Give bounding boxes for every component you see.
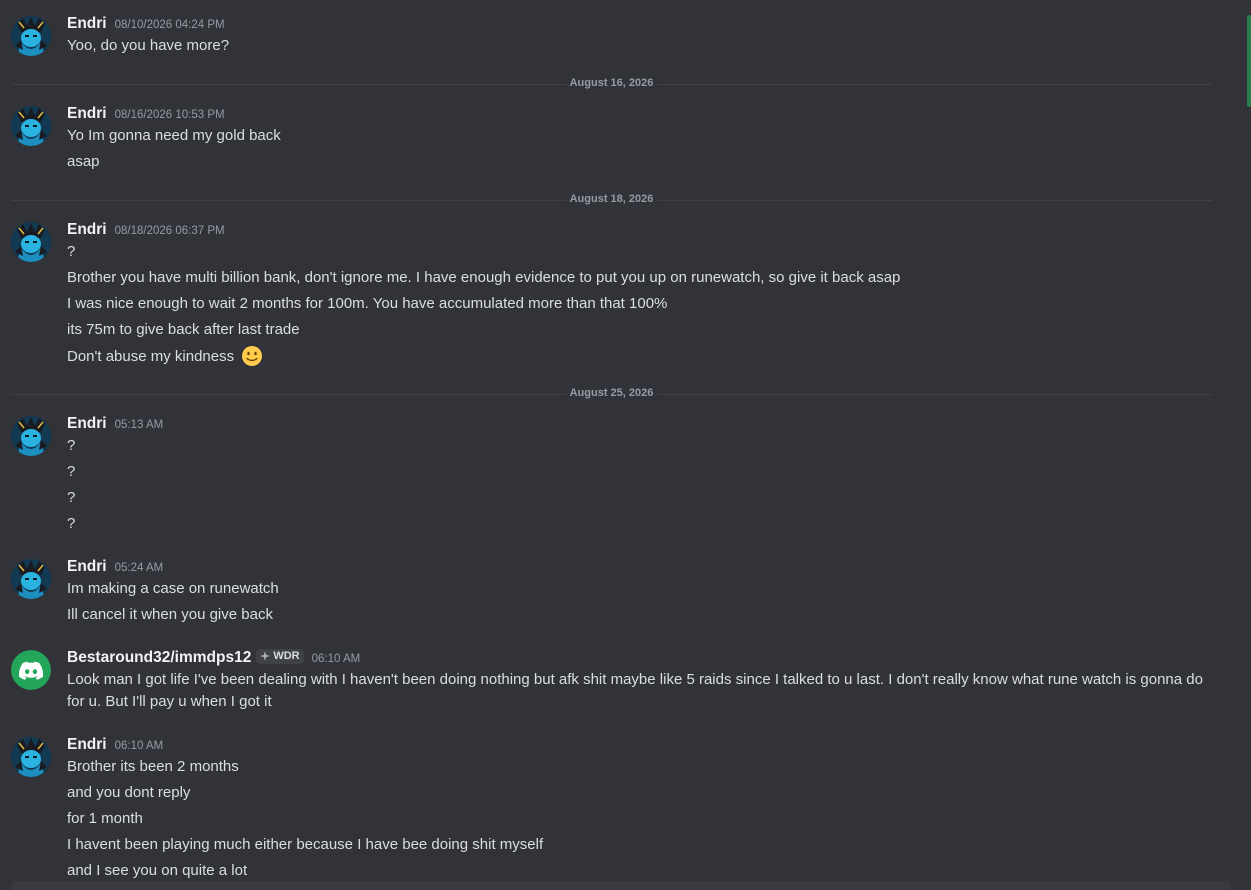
bestaround-avatar[interactable] [11,650,51,690]
date-divider-label: August 18, 2026 [565,193,658,205]
message-text: ? [67,489,76,506]
endri-avatar[interactable] [11,222,51,262]
message-text: Yo Im gonna need my gold back [67,127,281,144]
slightly-smiling-face-emoji-icon[interactable] [241,345,263,367]
message-text: and I see you on quite a lot [67,862,248,879]
username[interactable]: Endri [67,558,107,576]
message-header: Endri 05:24 AM [67,558,163,578]
timestamp[interactable]: 06:10 AM [115,740,164,752]
message-text-with-emoji: Don't abuse my kindness [67,346,263,368]
message-text: Brother its been 2 months [67,758,239,775]
anime-character-avatar-icon [11,737,51,777]
anime-character-avatar-icon [11,222,51,262]
date-divider-label: August 25, 2026 [565,387,658,399]
username[interactable]: Endri [67,221,107,239]
timestamp[interactable]: 08/10/2026 04:24 PM [115,19,225,31]
endri-avatar[interactable] [11,16,51,56]
anime-character-avatar-icon [11,16,51,56]
message-text: asap [67,153,100,170]
date-divider-label: August 16, 2026 [565,77,658,89]
guild-tag[interactable]: WDR [256,648,304,664]
guild-tag-icon [260,651,271,661]
message-header: Endri 06:10 AM [67,736,163,756]
date-divider: August 25, 2026 [11,387,1212,399]
message-composer-edge[interactable] [11,881,1231,890]
endri-avatar[interactable] [11,737,51,777]
chat-messages: Endri 08/10/2026 04:24 PM Yoo, do you ha… [0,0,1251,890]
message-header: Bestaround32/immdps12 WDR 06:10 AM [67,648,361,669]
username[interactable]: Bestaround32/immdps12 [67,649,251,667]
username[interactable]: Endri [67,415,107,433]
endri-avatar[interactable] [11,559,51,599]
message-text: ? [67,437,76,454]
username[interactable]: Endri [67,736,107,754]
message-header: Endri 08/10/2026 04:24 PM [67,15,225,35]
timestamp[interactable]: 08/18/2026 06:37 PM [115,225,225,237]
anime-character-avatar-icon [11,106,51,146]
message-text: Yoo, do you have more? [67,37,230,54]
scrollbar-thumb[interactable] [1247,15,1251,107]
message-text: Brother you have multi billion bank, don… [67,269,901,286]
message-text: its 75m to give back after last trade [67,321,300,338]
username[interactable]: Endri [67,15,107,33]
username[interactable]: Endri [67,105,107,123]
endri-avatar[interactable] [11,106,51,146]
guild-tag-label: WDR [273,650,300,662]
message-text: ? [67,243,76,260]
message-text: Ill cancel it when you give back [67,606,273,623]
anime-character-avatar-icon [11,416,51,456]
timestamp[interactable]: 06:10 AM [312,653,361,665]
message-text: Look man I got life I've been dealing wi… [67,671,1203,710]
anime-character-avatar-icon [11,559,51,599]
message-text: Don't abuse my kindness [67,347,235,365]
endri-avatar[interactable] [11,416,51,456]
message-header: Endri 08/16/2026 10:53 PM [67,105,225,125]
timestamp[interactable]: 05:13 AM [115,419,164,431]
date-divider: August 18, 2026 [11,193,1212,205]
message-text: I was nice enough to wait 2 months for 1… [67,295,668,312]
message-text: Im making a case on runewatch [67,580,279,597]
message-header: Endri 08/18/2026 06:37 PM [67,221,225,241]
message-header: Endri 05:13 AM [67,415,163,435]
message-text: ? [67,463,76,480]
message-text: for 1 month [67,810,143,827]
message-text: and you dont reply [67,784,191,801]
message-text: ? [67,515,76,532]
message-text: I havent been playing much either becaus… [67,836,544,853]
date-divider: August 16, 2026 [11,77,1212,89]
timestamp[interactable]: 05:24 AM [115,562,164,574]
timestamp[interactable]: 08/16/2026 10:53 PM [115,109,225,121]
discord-logo-avatar-icon [11,650,51,690]
